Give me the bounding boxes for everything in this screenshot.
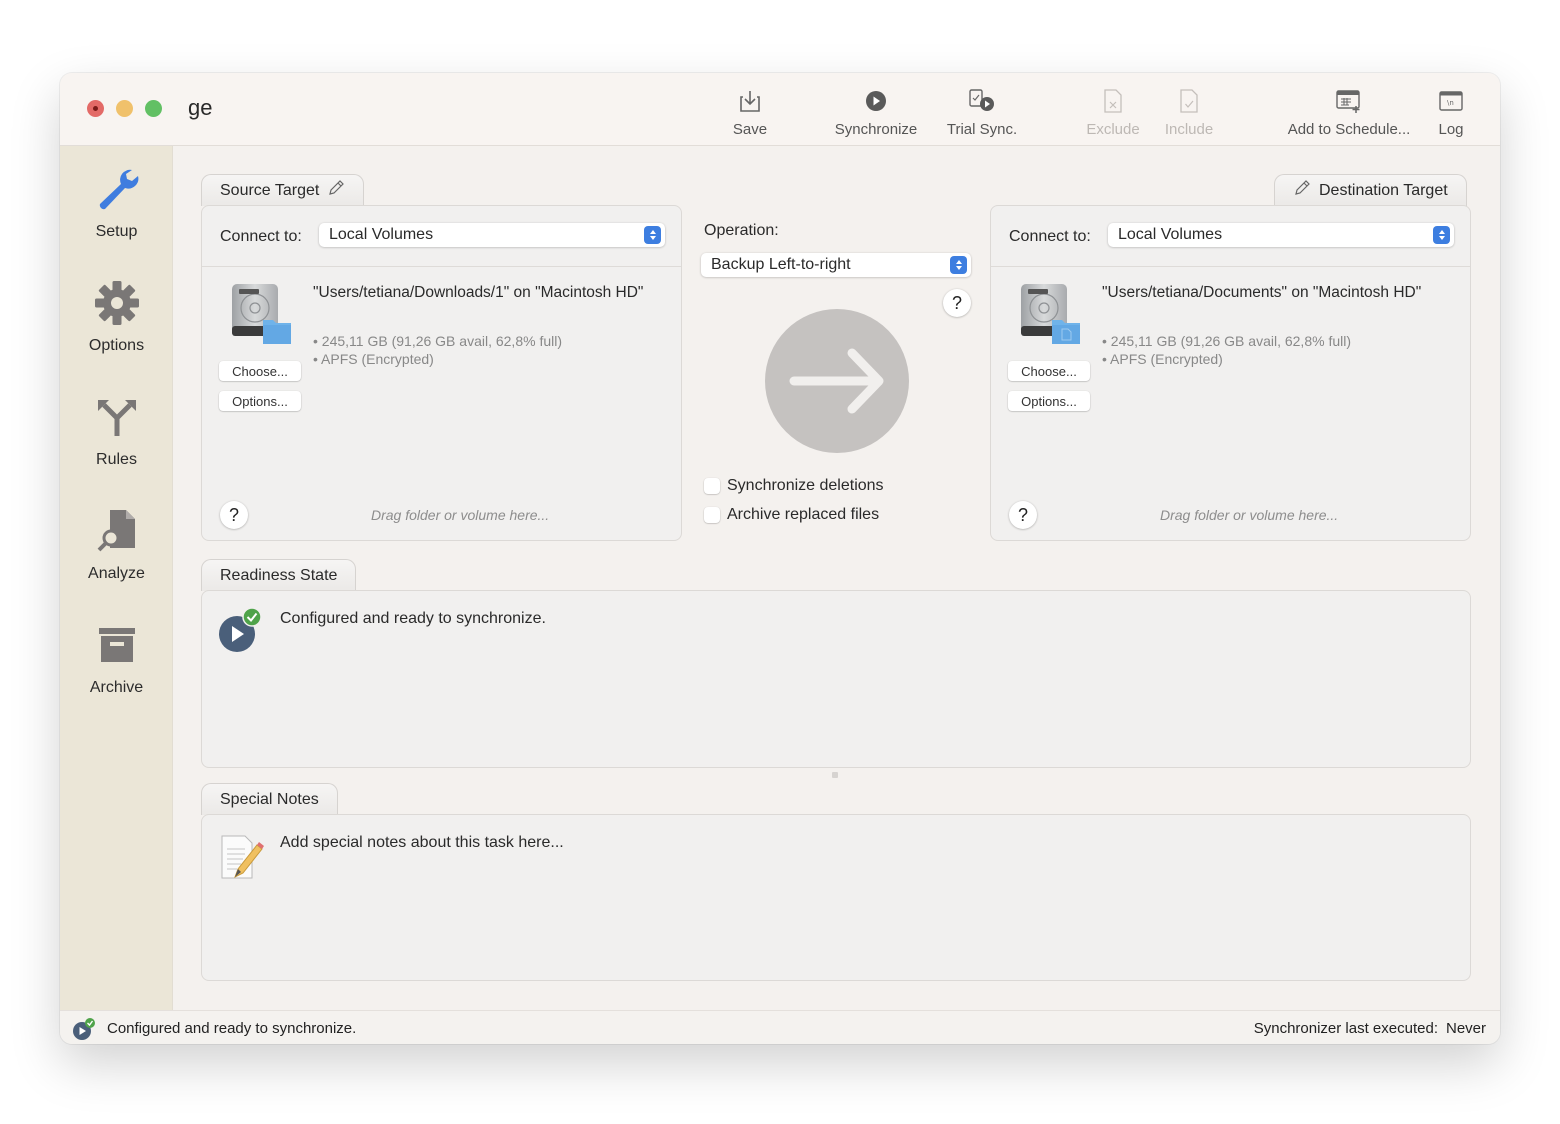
tab-destination-target[interactable]: Destination Target bbox=[1274, 174, 1467, 206]
special-notes-panel[interactable]: Add special notes about this task here..… bbox=[201, 814, 1471, 981]
destination-capacity: • 245,11 GB (91,26 GB avail, 62,8% full) bbox=[1102, 333, 1351, 349]
source-drag-hint: Drag folder or volume here... bbox=[371, 507, 550, 523]
source-path: "Users/tetiana/Downloads/1" on "Macintos… bbox=[313, 284, 644, 301]
source-target-panel: Connect to: Local Volumes Choose... Opti… bbox=[201, 205, 682, 541]
toolbar-save-button[interactable]: Save bbox=[720, 87, 780, 143]
fork-arrows-icon bbox=[92, 392, 142, 447]
tab-source-target[interactable]: Source Target bbox=[201, 174, 365, 206]
analyze-document-icon bbox=[92, 506, 142, 561]
sidebar: Setup Options Rules Analyze Archive bbox=[60, 146, 173, 1010]
exclude-file-icon bbox=[1103, 87, 1123, 115]
splitter-handle[interactable] bbox=[832, 772, 838, 778]
schedule-icon bbox=[1335, 87, 1363, 115]
log-icon: \n bbox=[1438, 87, 1464, 115]
toolbar-exclude-button[interactable]: Exclude bbox=[1080, 87, 1146, 143]
readiness-message: Configured and ready to synchronize. bbox=[280, 610, 546, 627]
sidebar-item-options[interactable]: Options bbox=[60, 278, 173, 355]
sidebar-item-rules[interactable]: Rules bbox=[60, 392, 173, 469]
ready-status-icon bbox=[219, 607, 262, 658]
trial-sync-icon bbox=[967, 87, 997, 115]
direction-arrow-icon bbox=[764, 308, 910, 459]
source-choose-button[interactable]: Choose... bbox=[219, 361, 301, 381]
status-ready-icon bbox=[72, 1017, 96, 1044]
pencil-icon[interactable] bbox=[1293, 179, 1311, 202]
chevron-updown-icon bbox=[1433, 226, 1450, 244]
sidebar-item-analyze[interactable]: Analyze bbox=[60, 506, 173, 583]
toolbar-add-to-schedule-button[interactable]: Add to Schedule... bbox=[1276, 87, 1422, 143]
last-executed: Synchronizer last executed: Never bbox=[1253, 1020, 1486, 1037]
toolbar-trial-sync-button[interactable]: Trial Sync. bbox=[938, 87, 1026, 143]
destination-path: "Users/tetiana/Documents" on "Macintosh … bbox=[1102, 284, 1422, 301]
source-connect-select[interactable]: Local Volumes bbox=[319, 223, 665, 247]
include-file-icon bbox=[1179, 87, 1199, 115]
source-format: • APFS (Encrypted) bbox=[313, 351, 434, 367]
toolbar-include-button[interactable]: Include bbox=[1158, 87, 1220, 143]
archive-replaced-files-checkbox[interactable] bbox=[704, 507, 720, 523]
destination-drag-hint: Drag folder or volume here... bbox=[1160, 507, 1339, 523]
hard-drive-folder-icon bbox=[229, 282, 295, 353]
save-icon bbox=[739, 87, 761, 115]
readiness-state-panel: Configured and ready to synchronize. bbox=[201, 590, 1471, 768]
source-help-button[interactable]: ? bbox=[220, 501, 248, 529]
special-notes-input[interactable]: Add special notes about this task here..… bbox=[280, 834, 564, 852]
destination-target-panel: Connect to: Local Volumes Choose... Opti… bbox=[990, 205, 1471, 541]
status-bar: Configured and ready to synchronize. Syn… bbox=[60, 1010, 1500, 1044]
pencil-icon[interactable] bbox=[327, 179, 345, 202]
notes-pencil-document-icon bbox=[219, 833, 265, 886]
chevron-updown-icon bbox=[950, 256, 967, 274]
toolbar-log-button[interactable]: \n Log bbox=[1432, 87, 1470, 143]
app-window: ge Save Synchronize Trial Sync. Exclude bbox=[60, 73, 1500, 1044]
destination-help-button[interactable]: ? bbox=[1009, 501, 1037, 529]
gear-icon bbox=[92, 278, 142, 333]
source-options-button[interactable]: Options... bbox=[219, 391, 301, 411]
status-message: Configured and ready to synchronize. bbox=[107, 1020, 357, 1037]
window-title: ge bbox=[188, 95, 213, 120]
synchronize-deletions-checkbox[interactable] bbox=[704, 478, 720, 494]
wrench-icon bbox=[92, 164, 142, 219]
zoom-window-button[interactable] bbox=[145, 100, 162, 117]
svg-text:\n: \n bbox=[1447, 99, 1454, 107]
hard-drive-documents-icon bbox=[1018, 282, 1084, 353]
archive-box-icon bbox=[92, 620, 142, 675]
sidebar-item-archive[interactable]: Archive bbox=[60, 620, 173, 697]
destination-format: • APFS (Encrypted) bbox=[1102, 351, 1223, 367]
destination-options-button[interactable]: Options... bbox=[1008, 391, 1090, 411]
chevron-updown-icon bbox=[644, 226, 661, 244]
tab-readiness-state: Readiness State bbox=[201, 559, 357, 591]
play-circle-icon bbox=[865, 87, 887, 115]
close-window-button[interactable] bbox=[87, 100, 104, 117]
minimize-window-button[interactable] bbox=[116, 100, 133, 117]
source-capacity: • 245,11 GB (91,26 GB avail, 62,8% full) bbox=[313, 333, 562, 349]
destination-choose-button[interactable]: Choose... bbox=[1008, 361, 1090, 381]
titlebar: ge Save Synchronize Trial Sync. Exclude bbox=[60, 73, 1500, 146]
toolbar-synchronize-button[interactable]: Synchronize bbox=[826, 87, 926, 143]
operation-select[interactable]: Backup Left-to-right bbox=[701, 253, 971, 277]
tab-special-notes: Special Notes bbox=[201, 783, 338, 815]
sidebar-item-setup[interactable]: Setup bbox=[60, 164, 173, 241]
operation-help-button[interactable]: ? bbox=[943, 289, 971, 317]
destination-connect-select[interactable]: Local Volumes bbox=[1108, 223, 1454, 247]
